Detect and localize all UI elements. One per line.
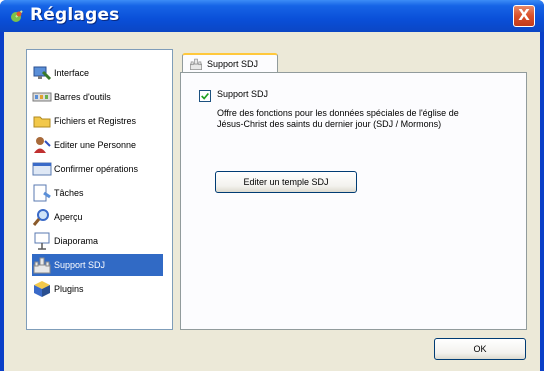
sidebar-item-label: Support SDJ bbox=[54, 260, 106, 270]
folder-icon bbox=[33, 116, 51, 128]
sidebar-item-slideshow[interactable]: Diaporama bbox=[32, 230, 163, 252]
description-line: Offre des fonctions pour les données spé… bbox=[217, 108, 459, 118]
sidebar-item-label: Confirmer opérations bbox=[54, 164, 139, 174]
support-sdj-description: Offre des fonctions pour les données spé… bbox=[217, 108, 517, 130]
sidebar-item-plugins[interactable]: Plugins bbox=[32, 278, 163, 300]
sidebar-item-toolbars[interactable]: Barres d'outils bbox=[32, 86, 163, 108]
edit-temple-button[interactable]: Editer un temple SDJ bbox=[215, 171, 357, 193]
sidebar-item-files-registers[interactable]: Fichiers et Registres bbox=[32, 110, 163, 132]
sidebar-item-label: Barres d'outils bbox=[54, 92, 111, 102]
close-button[interactable]: X bbox=[513, 5, 535, 27]
support-sdj-checkbox-label[interactable]: Support SDJ bbox=[217, 89, 268, 99]
sidebar-item-label: Plugins bbox=[54, 284, 84, 294]
title-bar[interactable]: Réglages X bbox=[0, 0, 544, 32]
support-sdj-checkbox[interactable] bbox=[199, 90, 211, 102]
slideshow-icon bbox=[34, 232, 50, 250]
sidebar-item-edit-person[interactable]: Editer une Personne bbox=[32, 134, 163, 156]
interface-icon bbox=[33, 66, 52, 81]
sidebar-item-preview[interactable]: Aperçu bbox=[32, 206, 163, 228]
window-client-area: Interface Barres d'outils Fichiers et Re… bbox=[4, 32, 540, 371]
tab-label: Support SDJ bbox=[207, 59, 259, 69]
sidebar-item-label: Diaporama bbox=[54, 236, 99, 246]
checkmark-icon bbox=[201, 92, 209, 100]
settings-category-list: Interface Barres d'outils Fichiers et Re… bbox=[26, 49, 173, 330]
sidebar-item-interface[interactable]: Interface bbox=[32, 62, 163, 84]
description-line: Jésus-Christ des saints du dernier jour … bbox=[217, 119, 442, 129]
plugins-icon bbox=[34, 281, 50, 297]
sidebar-item-label: Fichiers et Registres bbox=[54, 116, 137, 126]
tab-support-sdj[interactable]: Support SDJ bbox=[182, 53, 278, 73]
settings-window: Réglages X Interface Barres d'outils Fic… bbox=[0, 0, 544, 371]
magnifier-icon bbox=[32, 209, 49, 226]
close-icon: X bbox=[518, 6, 530, 24]
sidebar-item-label: Aperçu bbox=[54, 212, 83, 222]
app-leaf-icon bbox=[11, 10, 23, 22]
sidebar-item-label: Interface bbox=[54, 68, 90, 78]
temple-icon bbox=[33, 257, 51, 274]
sidebar-item-tasks[interactable]: Tâches bbox=[32, 182, 163, 204]
toolbars-icon bbox=[32, 92, 52, 102]
confirm-icon bbox=[32, 162, 52, 176]
sidebar-item-label: Tâches bbox=[54, 188, 84, 198]
tasks-icon bbox=[33, 184, 51, 202]
sidebar-item-support-sdj[interactable]: Support SDJ bbox=[32, 254, 163, 276]
sidebar-item-confirm-operations[interactable]: Confirmer opérations bbox=[32, 158, 163, 180]
ok-button[interactable]: OK bbox=[434, 338, 526, 360]
window-title: Réglages bbox=[30, 5, 120, 25]
person-icon bbox=[34, 137, 51, 153]
tab-content: Support SDJ Offre des fonctions pour les… bbox=[180, 72, 527, 330]
settings-panel: Support SDJ Support SDJ Offre des foncti… bbox=[180, 49, 527, 330]
temple-icon bbox=[190, 58, 202, 70]
sidebar-item-label: Editer une Personne bbox=[54, 140, 137, 150]
